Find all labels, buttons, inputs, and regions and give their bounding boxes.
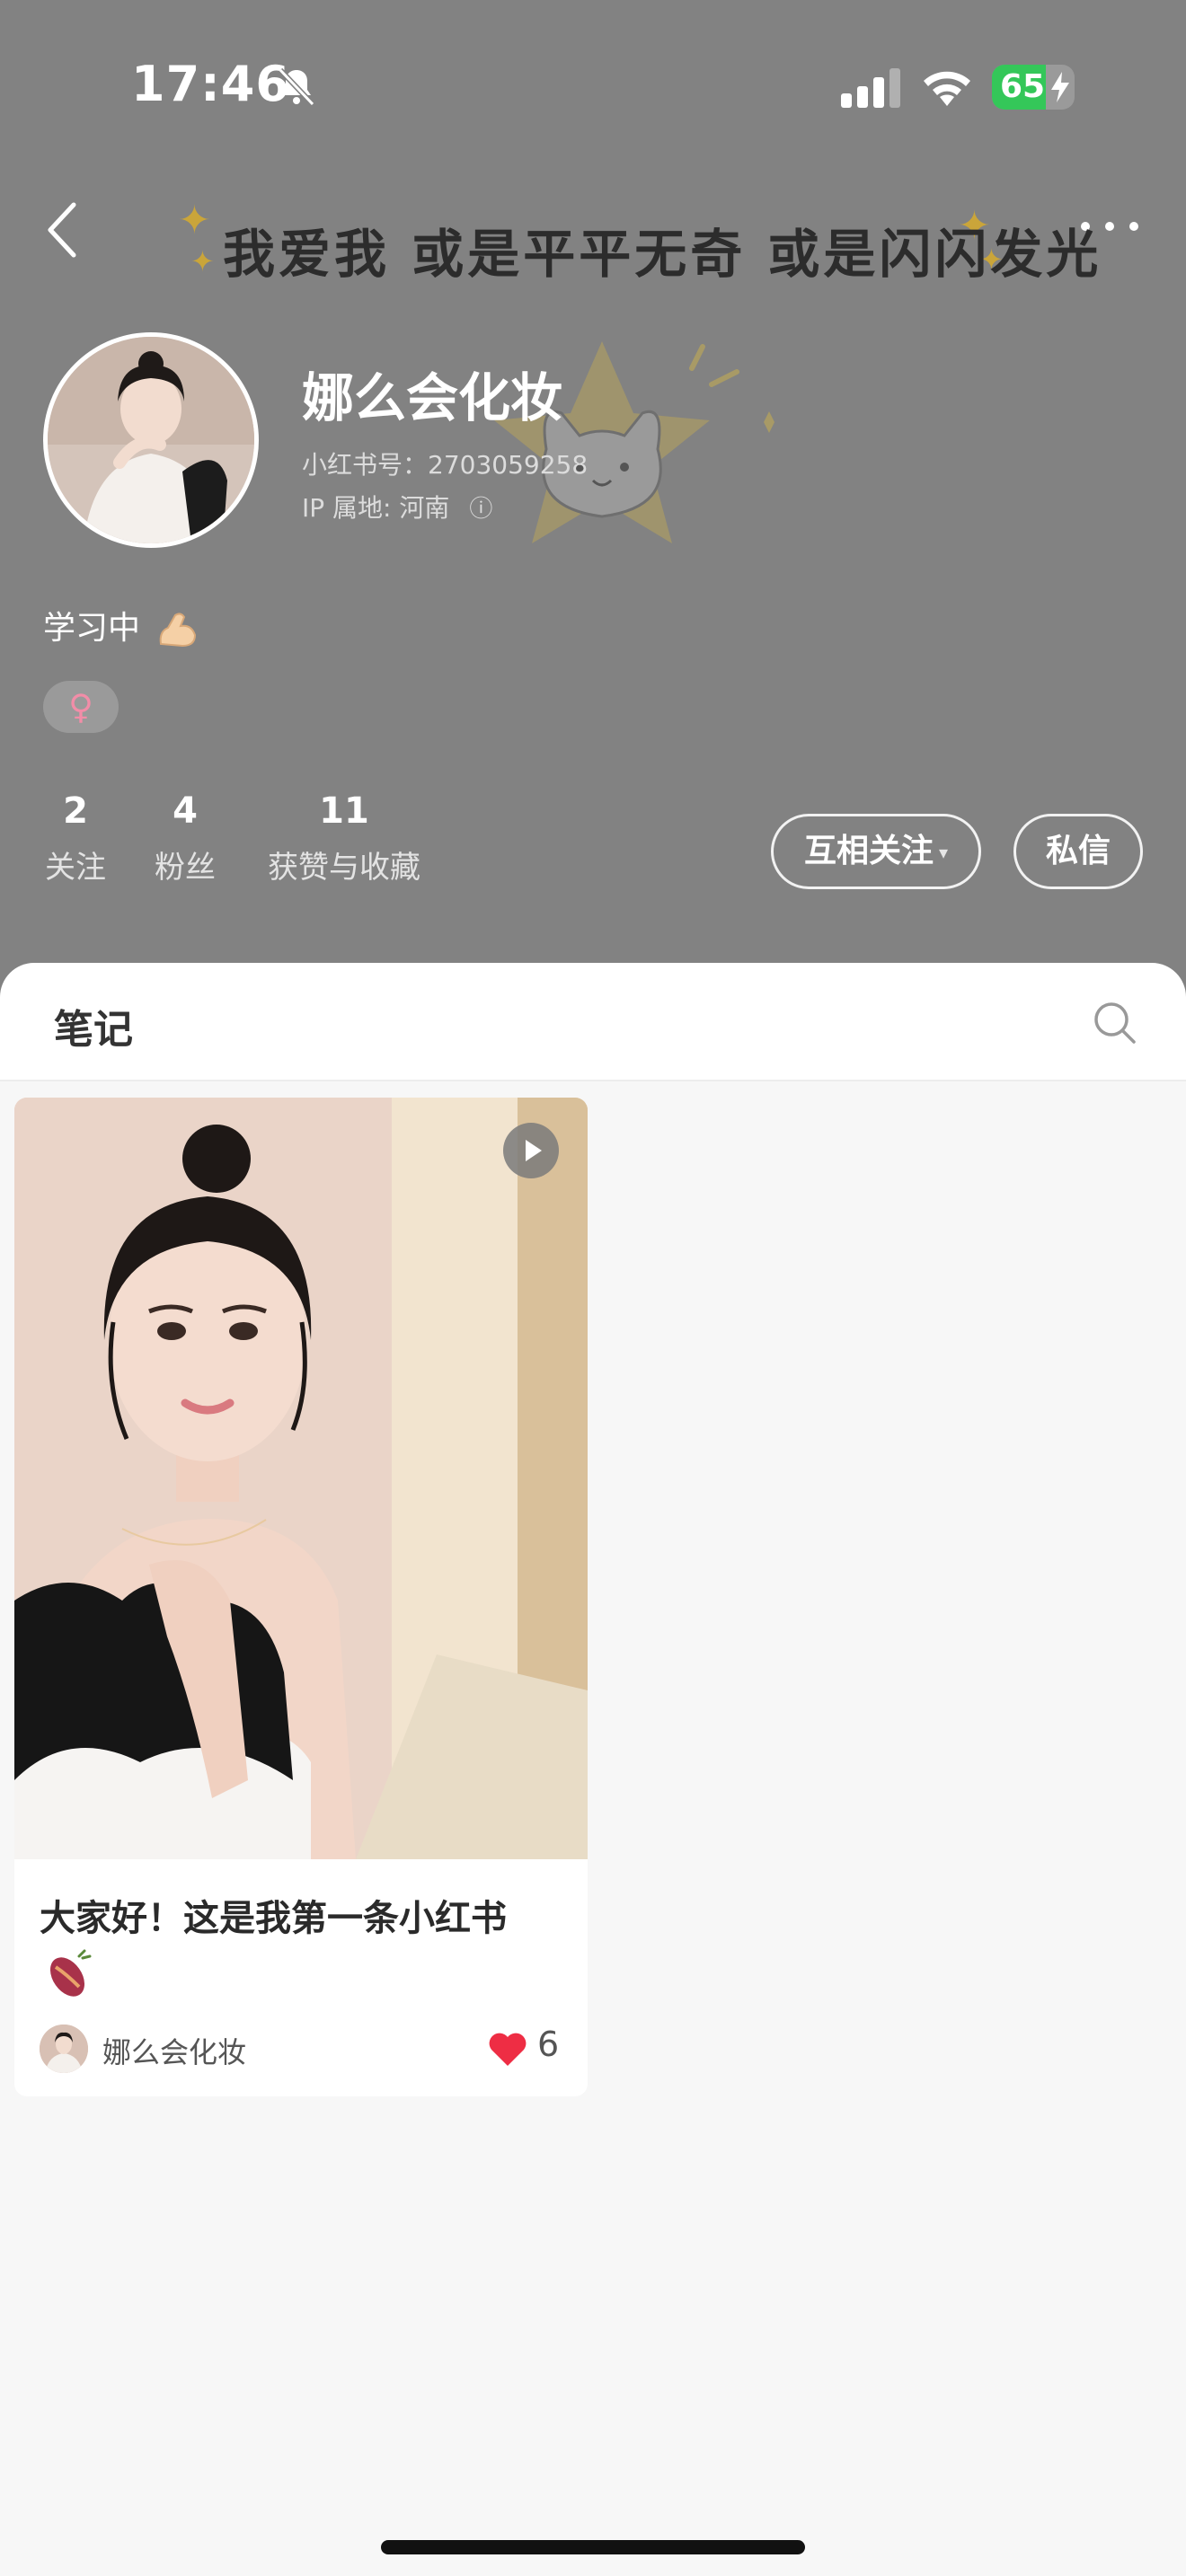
profile-nickname: 娜么会化妆 xyxy=(302,367,563,428)
battery-indicator: 65 xyxy=(992,65,1075,110)
bell-muted-icon xyxy=(278,67,315,107)
profile-bio: 学习中 xyxy=(43,602,199,651)
chevron-down-icon: ▾ xyxy=(938,842,949,863)
stat-value: 4 xyxy=(173,790,198,832)
like-count: 6 xyxy=(537,2025,560,2064)
note-cover-photo xyxy=(14,1098,588,1859)
ip-location: IP 属地: 河南 ⓘ xyxy=(302,489,492,525)
stat-following[interactable]: 2 关注 xyxy=(43,790,108,887)
home-indicator[interactable] xyxy=(381,2540,805,2554)
stat-value: 11 xyxy=(319,790,369,832)
search-icon[interactable] xyxy=(1091,999,1137,1045)
note-cover-image[interactable] xyxy=(14,1098,588,1859)
note-title[interactable]: 大家好！这是我第一条小红书 xyxy=(40,1892,570,2003)
stat-followers[interactable]: 4 粉丝 xyxy=(153,790,217,887)
mutual-follow-button[interactable]: 互相关注 ▾ xyxy=(771,814,981,889)
info-icon[interactable]: ⓘ xyxy=(469,490,492,524)
avatar-photo xyxy=(48,337,254,543)
profile-header: 17:46 65 ✦ ✦ ✦ ✦ 我爱我 或是平平无奇 或是闪闪发光 娜么会化妆… xyxy=(0,0,1186,1006)
note-title-text: 大家好！这是我第一条小红书 xyxy=(40,1898,507,1939)
ip-location-text: IP 属地: 河南 xyxy=(302,493,450,523)
heart-icon[interactable] xyxy=(487,2030,528,2068)
tab-notes[interactable]: 笔记 xyxy=(54,997,133,1054)
author-avatar-photo xyxy=(40,2025,88,2073)
mutual-follow-label: 互相关注 xyxy=(803,833,934,869)
sweet-potato-icon xyxy=(49,1949,92,1997)
gender-badge: ♀ xyxy=(43,681,119,733)
stat-likes-and-saves[interactable]: 11 获赞与收藏 xyxy=(264,790,424,887)
stat-label: 粉丝 xyxy=(155,850,216,886)
charging-bolt-icon xyxy=(1051,72,1069,102)
avatar[interactable] xyxy=(43,332,259,548)
back-arrow-icon[interactable] xyxy=(45,201,81,259)
stat-label: 关注 xyxy=(45,850,106,886)
sparkle-decoration: ✦ xyxy=(190,244,215,278)
wifi-icon xyxy=(924,71,970,106)
author-name[interactable]: 娜么会化妆 xyxy=(102,2030,246,2071)
banner-text: 我爱我 或是平平无奇 或是闪闪发光 xyxy=(223,224,1102,285)
stat-value: 2 xyxy=(63,790,88,832)
notes-tab-bar: 笔记 xyxy=(0,963,1186,1081)
user-id[interactable]: 小红书号：2703059258 xyxy=(302,446,588,481)
status-time: 17:46 xyxy=(131,56,290,112)
bio-text: 学习中 xyxy=(43,610,141,647)
sparkle-decoration: ✦ xyxy=(178,198,211,243)
message-button[interactable]: 私信 xyxy=(1013,814,1143,889)
author-avatar[interactable] xyxy=(40,2025,88,2073)
flexed-biceps-icon xyxy=(160,613,197,648)
cellular-signal-icon xyxy=(841,68,900,108)
video-play-icon[interactable] xyxy=(503,1123,559,1178)
note-card[interactable]: 大家好！这是我第一条小红书 娜么会化妆 6 xyxy=(14,1098,588,2096)
stat-label: 获赞与收藏 xyxy=(268,850,420,886)
battery-level: 65 xyxy=(999,68,1046,105)
